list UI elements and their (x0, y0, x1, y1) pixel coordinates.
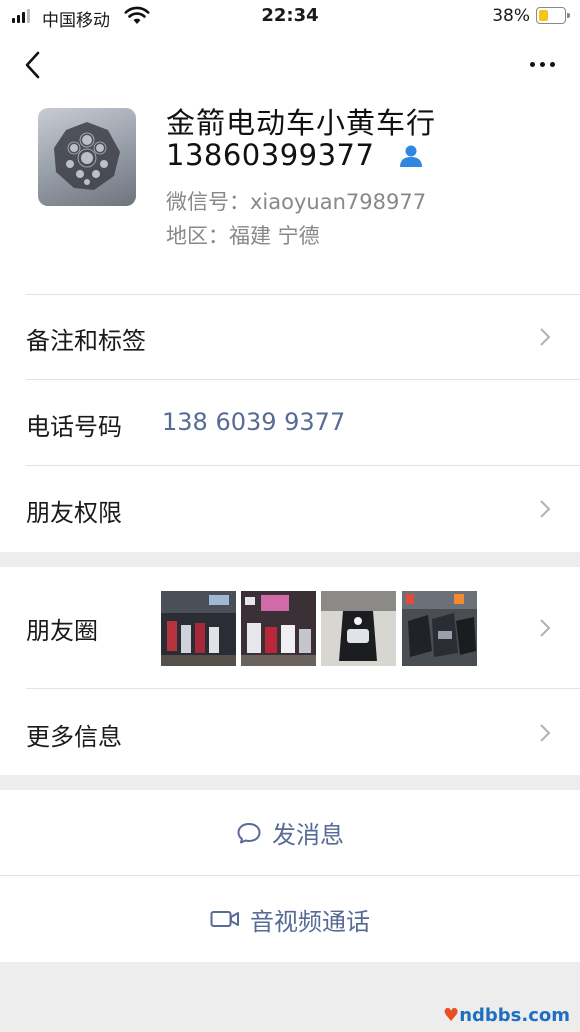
region: 地区：福建 宁德 (166, 224, 320, 248)
heart-logo-icon: ♥ (443, 1005, 460, 1026)
status-bar: 中国移动 22:34 38% (0, 0, 580, 34)
video-camera-icon (210, 911, 239, 927)
battery-icon (536, 7, 570, 24)
moments-photo (241, 591, 316, 666)
video-call-button[interactable]: 音视频通话 (0, 876, 580, 962)
moments-photo (161, 591, 236, 666)
back-icon[interactable] (18, 48, 50, 82)
remarks-tags-row[interactable]: 备注和标签 (0, 294, 580, 380)
send-message-label: 发消息 (272, 821, 344, 849)
contact-person-icon (400, 145, 422, 167)
chat-bubble-icon (237, 822, 261, 843)
moments-photo (402, 591, 477, 666)
moments-photo (321, 591, 396, 666)
chevron-right-icon (540, 724, 551, 742)
remarks-tags-label: 备注和标签 (26, 327, 146, 355)
moments-label: 朋友圈 (26, 617, 98, 645)
phone-number-value[interactable]: 138 6039 9377 (162, 408, 345, 436)
phone-number-row: 电话号码 138 6039 9377 (0, 380, 580, 466)
moments-row[interactable]: 朋友圈 (0, 567, 580, 689)
forum-watermark: ♥ndbbs.com (443, 1005, 570, 1026)
friend-permissions-label: 朋友权限 (26, 499, 122, 527)
more-info-row[interactable]: 更多信息 (0, 689, 580, 775)
contact-phone-title: 13860399377 (166, 138, 375, 172)
more-info-label: 更多信息 (26, 723, 122, 751)
contact-name: 金箭电动车小黄车行 (166, 106, 437, 140)
send-message-button[interactable]: 发消息 (0, 790, 580, 875)
wechat-id: 微信号：xiaoyuan798977 (166, 190, 427, 214)
chevron-right-icon (540, 500, 551, 518)
profile-card: 金箭电动车小黄车行 13860399377 微信号：xiaoyuan798977… (0, 96, 580, 294)
battery-percent: 38% (492, 6, 530, 26)
nav-bar (0, 34, 580, 96)
avatar[interactable] (38, 108, 136, 206)
chevron-right-icon (540, 328, 551, 346)
more-options-icon[interactable] (526, 54, 558, 74)
friend-permissions-row[interactable]: 朋友权限 (0, 466, 580, 552)
video-call-label: 音视频通话 (250, 907, 370, 936)
chevron-right-icon (540, 619, 551, 637)
phone-number-label: 电话号码 (26, 413, 122, 441)
